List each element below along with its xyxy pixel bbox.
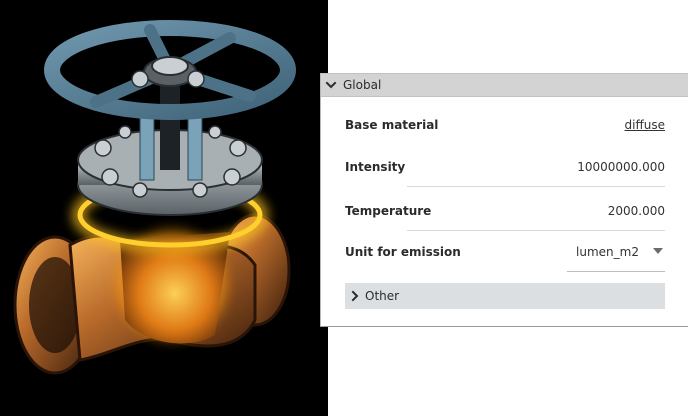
properties-panel: Global Base material diffuse Intensity 1… [320,73,688,327]
section-other-title: Other [365,289,400,303]
section-other-header[interactable]: Other [345,283,665,309]
base-material-link[interactable]: diffuse [625,118,665,132]
temperature-label: Temperature [345,204,432,218]
intensity-label: Intensity [345,160,406,174]
row-temperature: Temperature 2000.000 [345,201,665,231]
unit-select-underline [567,271,665,272]
temperature-input-underline [407,230,665,231]
row-unit-for-emission: Unit for emission lumen_m2 [345,242,665,272]
row-intensity: Intensity 10000000.000 [345,157,665,187]
base-material-label: Base material [345,118,439,132]
chevron-down-icon[interactable] [321,74,341,96]
unit-for-emission-label: Unit for emission [345,245,461,259]
unit-for-emission-select[interactable]: lumen_m2 [576,245,639,259]
temperature-input[interactable]: 2000.000 [608,204,665,218]
row-base-material: Base material diffuse [345,115,665,139]
intensity-input[interactable]: 10000000.000 [577,160,665,174]
dropdown-caret-icon[interactable] [653,248,663,254]
valve-render-image [13,20,296,375]
chevron-right-icon[interactable] [347,285,363,307]
section-global-header[interactable]: Global [321,73,688,97]
section-global-title: Global [343,78,382,92]
app-window: Global Base material diffuse Intensity 1… [0,0,688,416]
intensity-input-underline [407,186,665,187]
render-viewport[interactable] [0,0,328,416]
